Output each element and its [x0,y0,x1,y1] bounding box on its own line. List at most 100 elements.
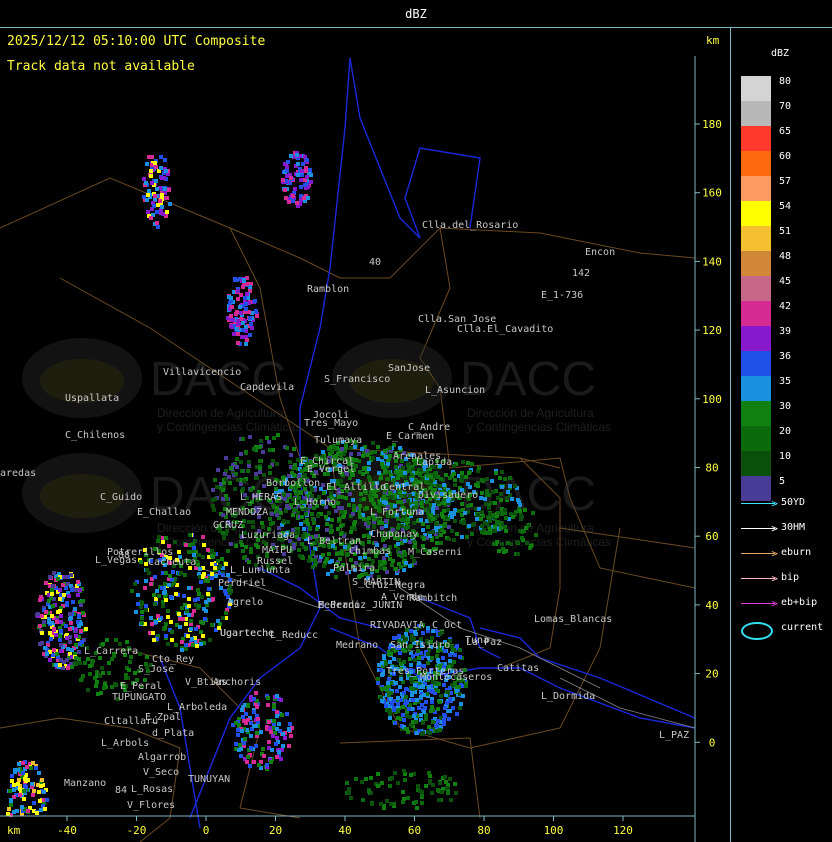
legend-level-label: 20 [779,426,792,437]
echo-pixel [204,609,208,613]
echo-pixel [23,784,27,788]
place-label: L_HERAS [240,492,282,503]
echo-pixel [190,637,194,641]
echo-pixel [508,484,512,488]
echo-pixel [68,612,72,616]
echo-pixel [400,524,404,528]
echo-pixel [392,657,396,661]
echo-pixel [210,572,214,576]
echo-pixel [236,289,240,293]
y-tick-label: 20 [705,668,718,681]
place-label: Jocoli [313,410,349,421]
echo-pixel [292,447,296,451]
track-arrow-icon: > [741,497,778,510]
echo-pixel [377,521,381,525]
echo-pixel [394,567,398,571]
track-legend-label: eb+bip [781,597,818,608]
echo-pixel [236,728,240,732]
place-label: Ugarteche [220,628,274,639]
echo-pixel [58,597,62,601]
echo-pixel [144,604,148,608]
echo-pixel [435,654,439,658]
echo-pixel [221,573,225,577]
echo-pixel [42,790,46,794]
echo-pixel [291,513,295,517]
echo-pixel [159,155,163,159]
echo-pixel [242,556,246,560]
echo-pixel [50,588,54,592]
echo-pixel [419,501,423,505]
echo-pixel [487,531,491,535]
echo-pixel [460,471,464,475]
echo-pixel [48,631,52,635]
echo-pixel [235,465,239,469]
echo-pixel [421,631,425,635]
echo-pixel [484,502,488,506]
echo-pixel [281,178,285,182]
echo-pixel [399,677,403,681]
echo-pixel [396,547,400,551]
echo-pixel [208,638,212,642]
place-label: L_Dormida [541,691,595,702]
echo-pixel [291,199,295,203]
echo-pixel [285,174,289,178]
echo-pixel [408,494,412,498]
place-label: E_Challao [137,507,191,518]
echo-pixel [390,495,394,499]
echo-pixel [499,492,503,496]
echo-pixel [466,461,470,465]
echo-pixel [364,777,368,781]
echo-pixel [426,730,430,734]
echo-pixel [50,592,54,596]
echo-pixel [154,165,158,169]
echo-pixel [295,492,299,496]
x-tick-label: -40 [57,824,77,837]
echo-pixel [496,496,500,500]
echo-pixel [339,551,343,555]
echo-pixel [299,491,303,495]
y-tick-label: 160 [702,187,722,200]
echo-pixel [186,634,190,638]
echo-pixel [285,712,289,716]
echo-pixel [81,611,85,615]
echo-pixel [229,314,233,318]
echo-pixel [520,536,524,540]
echo-pixel [37,771,41,775]
echo-pixel [443,524,447,528]
echo-pixel [303,183,307,187]
place-label: 88 [118,550,130,561]
echo-pixel [454,791,458,795]
echo-pixel [249,746,253,750]
place-label: GCRUZ [213,520,243,531]
echo-pixel [269,522,273,526]
echo-pixel [158,199,162,203]
echo-pixel [407,707,411,711]
echo-pixel [37,790,41,794]
radar-map-panel[interactable]: DACC Dirección de Agricultura y Continge… [0,28,731,842]
echo-pixel [488,527,492,531]
echo-pixel [147,189,151,193]
track-notice: Track data not available [7,59,195,74]
echo-pixel [230,305,234,309]
echo-pixel [351,498,355,502]
x-tick-label: 0 [203,824,210,837]
echo-pixel [404,687,408,691]
place-label: Algarrob [138,752,186,763]
echo-pixel [398,446,402,450]
echo-pixel [8,789,12,793]
echo-pixel [304,169,308,173]
echo-pixel [308,168,312,172]
radar-map[interactable]: DACC Dirección de Agricultura y Continge… [0,28,730,842]
echo-pixel [164,622,168,626]
echo-pixel [234,742,238,746]
echo-pixel [47,620,51,624]
echo-pixel [78,588,82,592]
place-label: Manzano [64,778,106,789]
echo-pixel [431,507,435,511]
echo-pixel [508,476,512,480]
echo-pixel [336,501,340,505]
echo-pixel [241,328,245,332]
echo-pixel [187,613,191,617]
echo-pixel [224,562,228,566]
echo-pixel [35,811,39,815]
